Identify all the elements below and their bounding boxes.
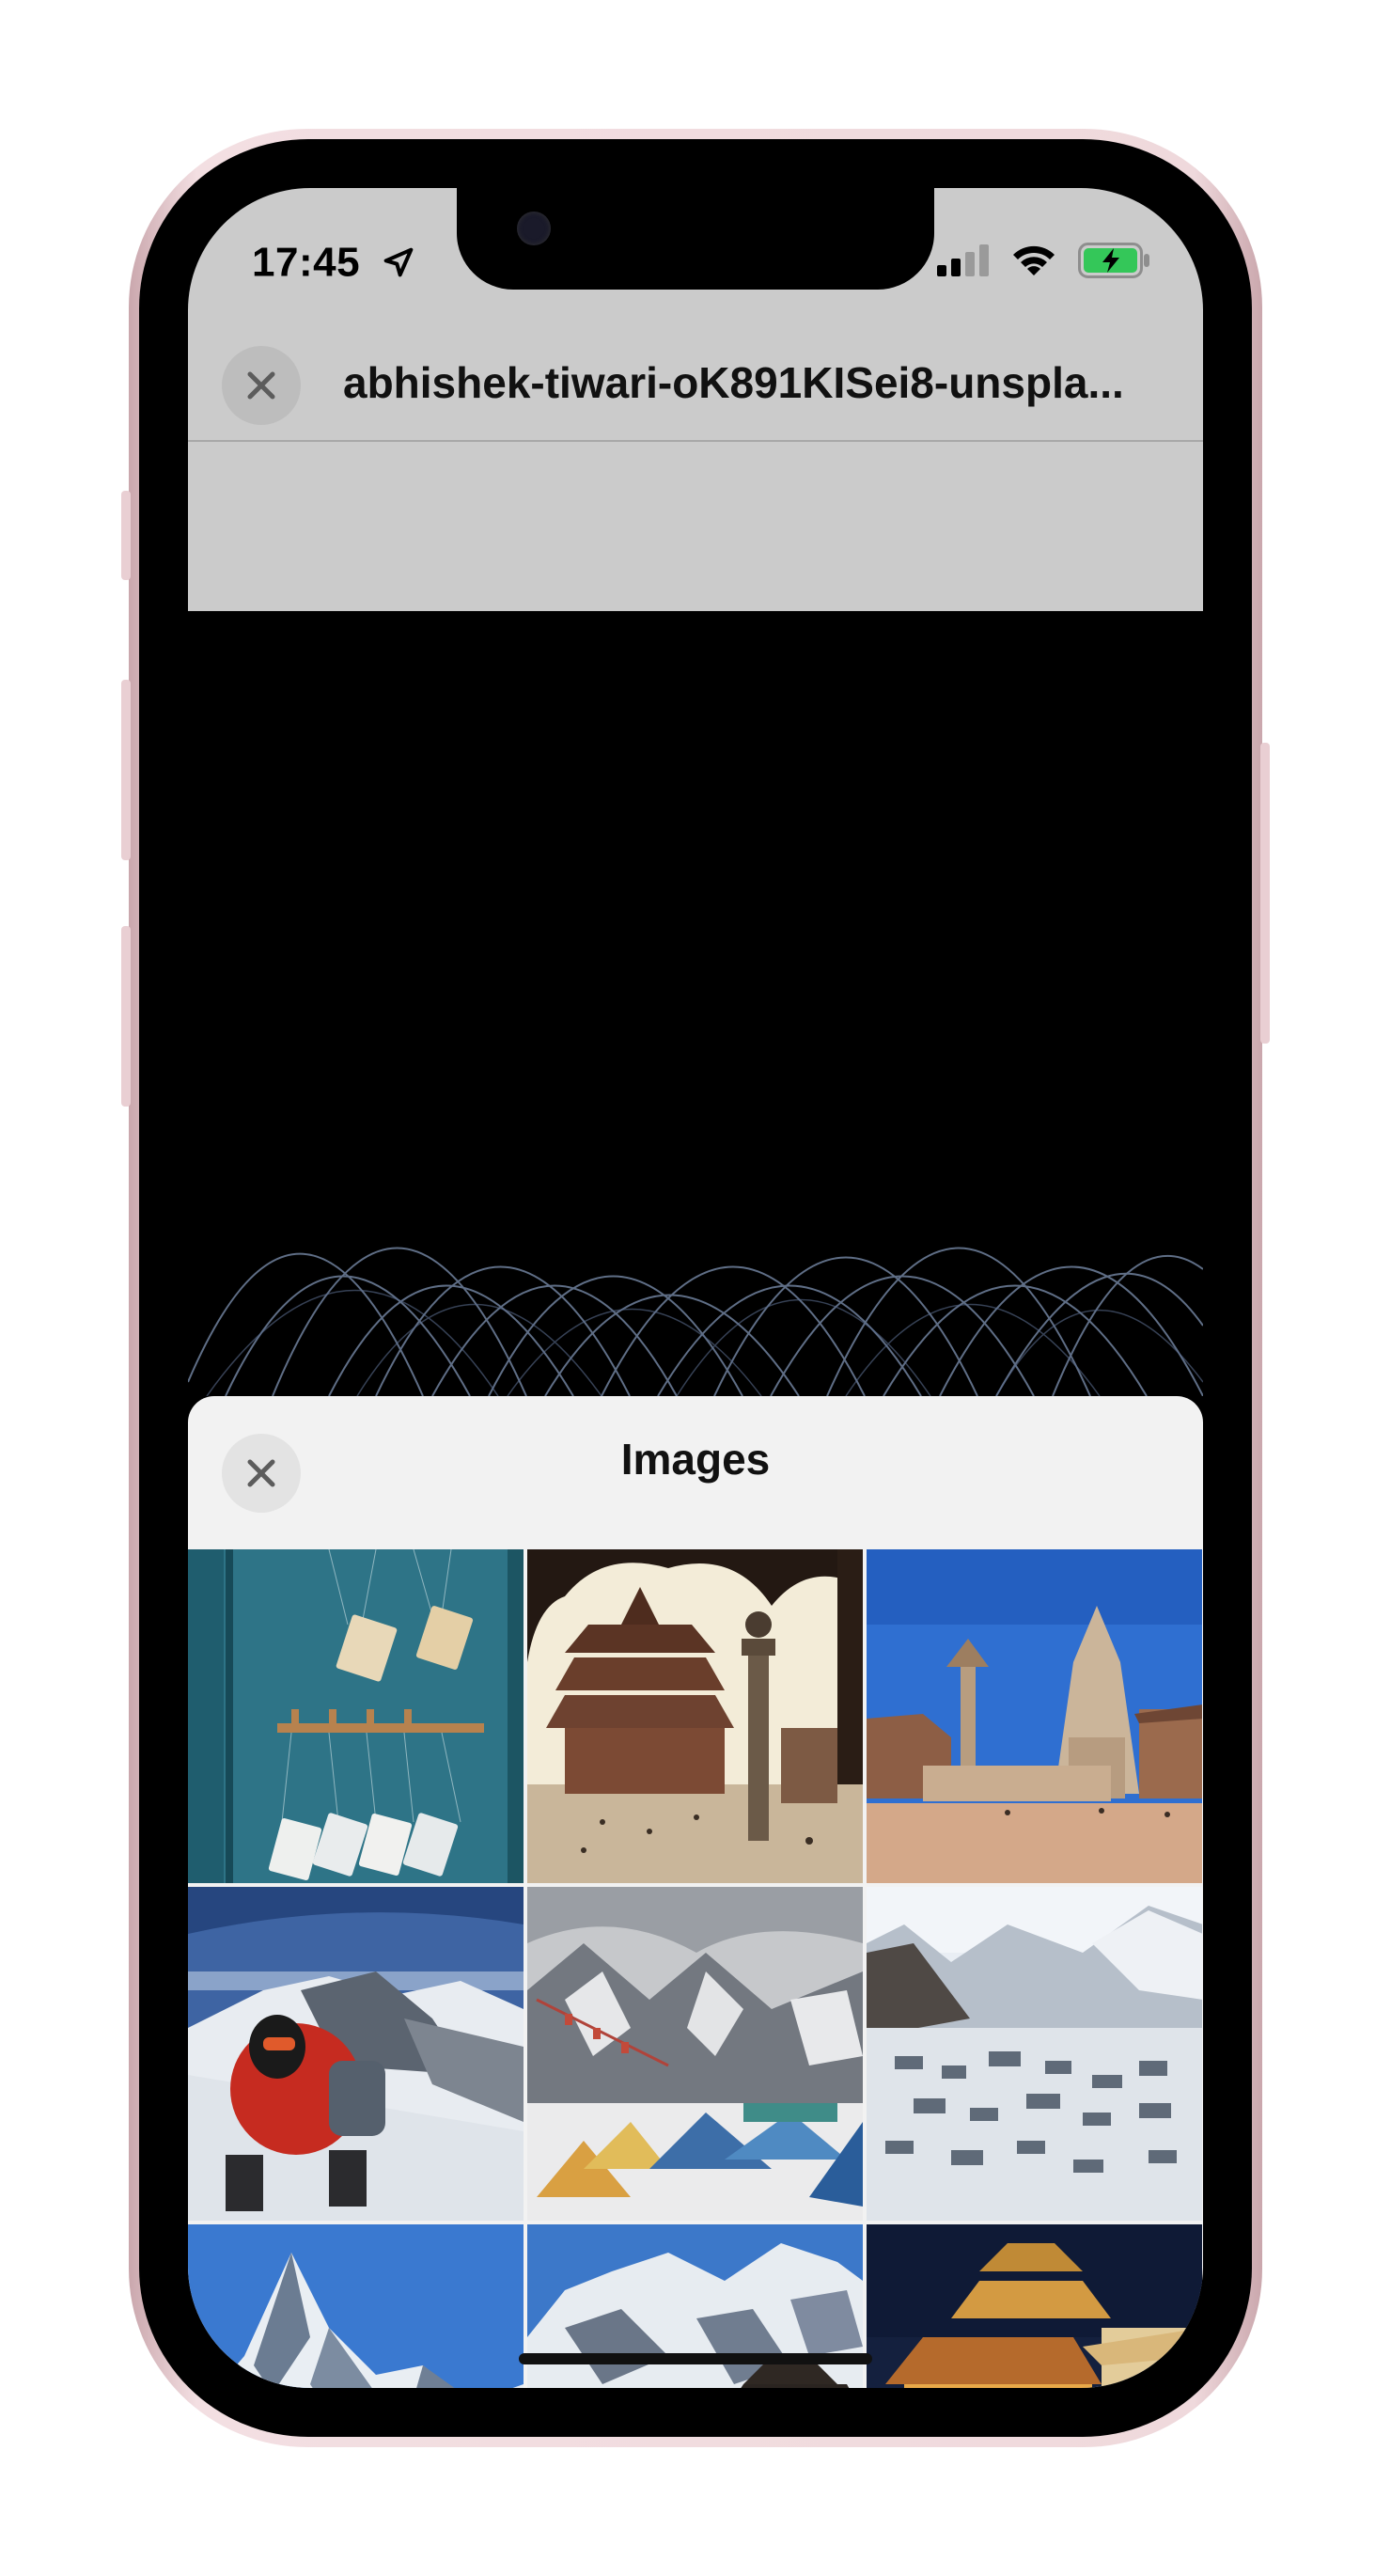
battery-charging-icon: [1078, 243, 1149, 278]
images-title: Images: [620, 1435, 771, 1484]
front-camera: [517, 212, 551, 245]
cellular-signal-icon: [937, 244, 989, 276]
image-thumbnail-pagoda-square[interactable]: [527, 1549, 863, 1883]
image-thumbnail-hanging-books[interactable]: [188, 1549, 524, 1883]
images-sheet: Images: [188, 1396, 1203, 2388]
document-sheet: 17:45 abhishek-tiwari-oK891KISei8-unspla…: [188, 188, 1203, 611]
image-thumbnail-summit-climber[interactable]: [188, 1887, 524, 2221]
volume-down-button: [121, 926, 131, 1107]
wifi-icon: [1013, 245, 1055, 275]
close-document-button[interactable]: [222, 346, 301, 425]
light-trails-graphic: [188, 1247, 1203, 1396]
screen: 17:45 abhishek-tiwari-oK891KISei8-unspla…: [188, 188, 1203, 2388]
header-divider: [188, 440, 1203, 442]
image-thumbnail-snow-tents[interactable]: [527, 1887, 863, 2221]
action-button: [121, 491, 131, 580]
volume-up-button: [121, 680, 131, 860]
image-thumbnail-night-temple[interactable]: [867, 2224, 1202, 2388]
image-thumbnail-durbar-square[interactable]: [867, 1549, 1202, 1883]
close-icon: [247, 371, 275, 400]
power-button: [1260, 743, 1270, 1044]
home-indicator[interactable]: [519, 2353, 872, 2364]
image-thumbnail-fishtail-peak[interactable]: [188, 2224, 524, 2388]
document-preview: [188, 611, 1203, 1396]
status-indicators: [937, 243, 1151, 278]
location-arrow-icon: [383, 248, 414, 277]
document-title: abhishek-tiwari-oK891KISei8-unspla...: [343, 358, 1124, 407]
image-thumbnail-snowy-village[interactable]: [867, 1887, 1202, 2221]
status-time: 17:45: [252, 237, 417, 286]
